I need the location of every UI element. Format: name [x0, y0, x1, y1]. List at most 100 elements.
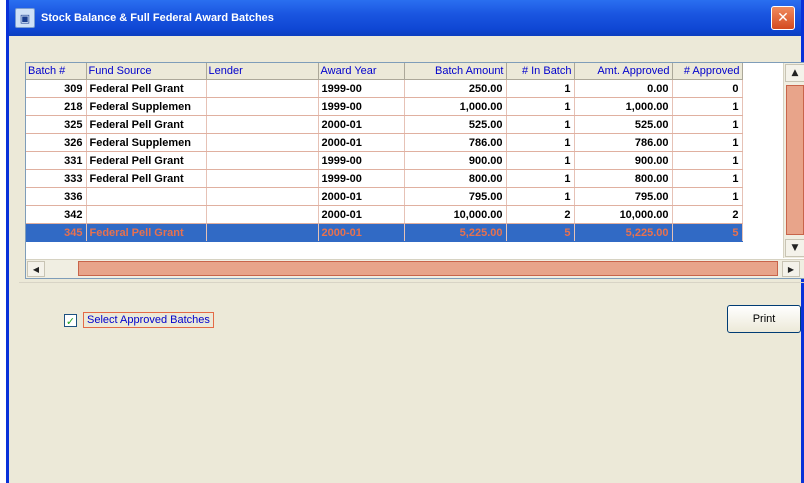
- table-cell: 218: [26, 97, 87, 116]
- select-approved-checkbox[interactable]: ✓: [64, 313, 77, 328]
- table-cell: [206, 169, 319, 188]
- table-cell: 1,000.00: [574, 97, 673, 116]
- table-cell: 795.00: [404, 187, 507, 206]
- table-cell: [206, 97, 319, 116]
- table-cell: 795.00: [574, 187, 673, 206]
- divider: [19, 282, 804, 283]
- table-cell: 900.00: [404, 151, 507, 170]
- table-row[interactable]: 218 Federal Supplemen 1999-00 1,000.00 1 1,00…: [26, 97, 743, 116]
- close-button[interactable]: ✕: [771, 6, 795, 30]
- grid-body: 309 Federal Pell Grant 1999-00 250.00 1 0.00 0…: [26, 79, 743, 242]
- horizontal-scroll-thumb[interactable]: [78, 261, 778, 276]
- table-cell: 1: [506, 151, 575, 170]
- window-title: Stock Balance & Full Federal Award Batch…: [41, 12, 274, 24]
- table-cell: 786.00: [574, 133, 673, 152]
- table-cell: 309: [26, 79, 87, 98]
- batch-grid: Batch # Fund Source Lender Award Year Batch …: [25, 62, 804, 279]
- table-cell: 1: [672, 115, 743, 134]
- table-cell: 5: [506, 223, 575, 242]
- column-header[interactable]: Batch #: [26, 63, 87, 80]
- table-cell: 1: [506, 115, 575, 134]
- table-cell: Federal Pell Grant: [86, 223, 207, 242]
- table-cell: 345: [26, 223, 87, 242]
- table-cell: 10,000.00: [574, 205, 673, 224]
- column-header[interactable]: Award Year: [318, 63, 405, 80]
- vertical-scroll-thumb[interactable]: [786, 85, 804, 235]
- scroll-left-icon[interactable]: ◀: [27, 261, 45, 277]
- table-cell: 1: [672, 97, 743, 116]
- table-cell: [206, 205, 319, 224]
- table-row[interactable]: 345 Federal Pell Grant 2000-01 5,225.00 5 5,2…: [26, 223, 743, 242]
- column-header[interactable]: Batch Amount: [404, 63, 507, 80]
- table-cell: 525.00: [574, 115, 673, 134]
- table-cell: 326: [26, 133, 87, 152]
- main-window: ▣ Stock Balance & Full Federal Award Bat…: [6, 0, 804, 483]
- table-cell: 1,000.00: [404, 97, 507, 116]
- close-icon: ✕: [777, 10, 789, 26]
- table-cell: 333: [26, 169, 87, 188]
- table-cell: 786.00: [404, 133, 507, 152]
- table-cell: [86, 205, 207, 224]
- table-cell: [206, 115, 319, 134]
- table-cell: 1: [506, 79, 575, 98]
- title-bar[interactable]: ▣ Stock Balance & Full Federal Award Bat…: [9, 0, 801, 36]
- vertical-scrollbar[interactable]: ▲ ▼: [783, 63, 804, 258]
- table-cell: Federal Pell Grant: [86, 115, 207, 134]
- print-button[interactable]: Print: [727, 305, 801, 333]
- table-cell: 2000-01: [318, 115, 405, 134]
- table-cell: 5,225.00: [574, 223, 673, 242]
- table-row[interactable]: 326 Federal Supplemen 2000-01 786.00 1 786.00…: [26, 133, 743, 152]
- batch-table: Batch # Fund Source Lender Award Year Batch …: [26, 63, 743, 242]
- table-cell: Federal Supplemen: [86, 97, 207, 116]
- table-cell: 331: [26, 151, 87, 170]
- table-cell: [206, 151, 319, 170]
- table-cell: [206, 187, 319, 206]
- grid-area: Batch # Fund Source Lender Award Year Batch …: [26, 63, 781, 258]
- table-cell: Federal Pell Grant: [86, 169, 207, 188]
- table-cell: 1999-00: [318, 97, 405, 116]
- table-cell: 1999-00: [318, 79, 405, 98]
- table-row[interactable]: 331 Federal Pell Grant 1999-00 900.00 1 900.0…: [26, 151, 743, 170]
- table-cell: 900.00: [574, 151, 673, 170]
- table-cell: 1: [506, 97, 575, 116]
- table-cell: 336: [26, 187, 87, 206]
- table-cell: 1: [506, 133, 575, 152]
- app-icon: ▣: [15, 8, 35, 28]
- column-header[interactable]: Lender: [206, 63, 319, 80]
- table-cell: 1: [672, 151, 743, 170]
- table-cell: 2: [506, 205, 575, 224]
- scroll-up-icon[interactable]: ▲: [785, 64, 804, 82]
- table-cell: 342: [26, 205, 87, 224]
- table-cell: 5,225.00: [404, 223, 507, 242]
- table-cell: 1999-00: [318, 169, 405, 188]
- column-header[interactable]: # Approved: [672, 63, 743, 80]
- column-header[interactable]: Fund Source: [86, 63, 207, 80]
- table-cell: 2000-01: [318, 223, 405, 242]
- table-cell: 1: [672, 169, 743, 188]
- table-row[interactable]: 336 2000-01 795.00 1 795.00 1: [26, 187, 743, 206]
- table-row[interactable]: 309 Federal Pell Grant 1999-00 250.00 1 0.00 0: [26, 79, 743, 98]
- select-approved-row: ✓ Select Approved Batches: [64, 312, 214, 328]
- table-cell: 10,000.00: [404, 205, 507, 224]
- scroll-down-icon[interactable]: ▼: [785, 239, 804, 257]
- horizontal-scrollbar[interactable]: ◀ ▶: [26, 259, 804, 278]
- column-header[interactable]: Amt. Approved: [574, 63, 673, 80]
- table-row[interactable]: 342 2000-01 10,000.00 2 10,000.00 2: [26, 205, 743, 224]
- table-cell: 2000-01: [318, 187, 405, 206]
- column-header[interactable]: # In Batch: [506, 63, 575, 80]
- table-row[interactable]: 333 Federal Pell Grant 1999-00 800.00 1 800.0…: [26, 169, 743, 188]
- table-cell: 2000-01: [318, 133, 405, 152]
- table-cell: 250.00: [404, 79, 507, 98]
- table-cell: 1999-00: [318, 151, 405, 170]
- table-cell: 1: [506, 187, 575, 206]
- table-cell: 2000-01: [318, 205, 405, 224]
- table-cell: Federal Pell Grant: [86, 79, 207, 98]
- scroll-right-icon[interactable]: ▶: [782, 261, 800, 277]
- select-approved-label[interactable]: Select Approved Batches: [83, 312, 214, 328]
- table-row[interactable]: 325 Federal Pell Grant 2000-01 525.00 1 525.0…: [26, 115, 743, 134]
- table-cell: [86, 187, 207, 206]
- table-cell: [206, 79, 319, 98]
- table-cell: 0: [672, 79, 743, 98]
- grid-header: Batch # Fund Source Lender Award Year Batch …: [26, 63, 743, 80]
- table-cell: Federal Supplemen: [86, 133, 207, 152]
